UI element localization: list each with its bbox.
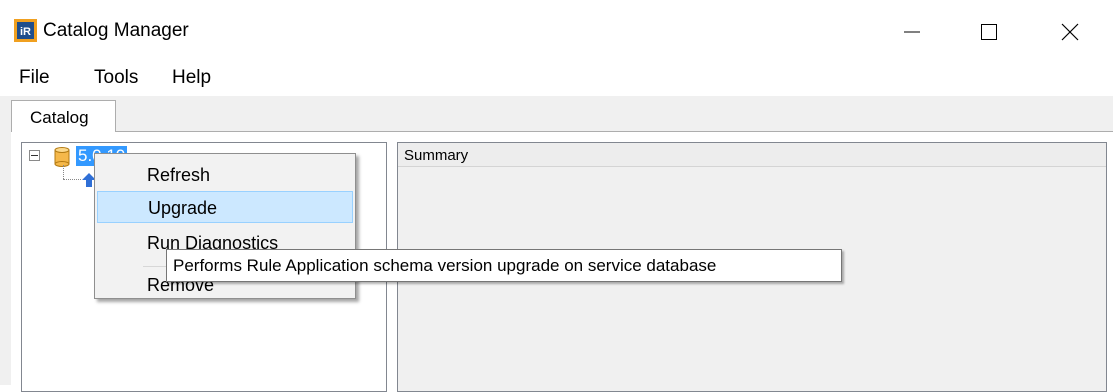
menu-item-refresh[interactable]: Refresh [97, 159, 353, 191]
tree-connector [63, 179, 81, 180]
svg-text:iR: iR [20, 26, 31, 38]
tooltip: Performs Rule Application schema version… [166, 249, 842, 282]
menu-tools[interactable]: Tools [89, 66, 143, 90]
menu-bar: File Tools Help [0, 62, 1113, 96]
minimize-icon [904, 31, 920, 33]
tab-label: Catalog [30, 108, 89, 127]
window-title: Catalog Manager [43, 20, 189, 41]
menu-item-upgrade[interactable]: Upgrade [97, 191, 353, 223]
tab-catalog[interactable]: Catalog [11, 100, 116, 132]
database-icon [54, 147, 70, 167]
minimize-button[interactable] [882, 10, 942, 54]
close-button[interactable] [1040, 10, 1100, 54]
menu-item-label: Upgrade [148, 198, 218, 218]
maximize-button[interactable] [959, 10, 1019, 54]
tree-connector [63, 165, 64, 179]
ir-app-icon: iR [14, 19, 37, 42]
close-icon [1061, 23, 1079, 41]
menu-help[interactable]: Help [167, 66, 216, 90]
tooltip-text: Performs Rule Application schema version… [173, 256, 717, 275]
summary-title: Summary [404, 147, 469, 164]
title-bar: iR Catalog Manager [0, 0, 1113, 62]
maximize-icon [981, 24, 997, 40]
collapse-toggle-icon[interactable] [29, 150, 40, 161]
menu-item-label: Refresh [147, 165, 211, 185]
summary-header: Summary [398, 143, 1106, 167]
menu-file[interactable]: File [14, 66, 55, 90]
